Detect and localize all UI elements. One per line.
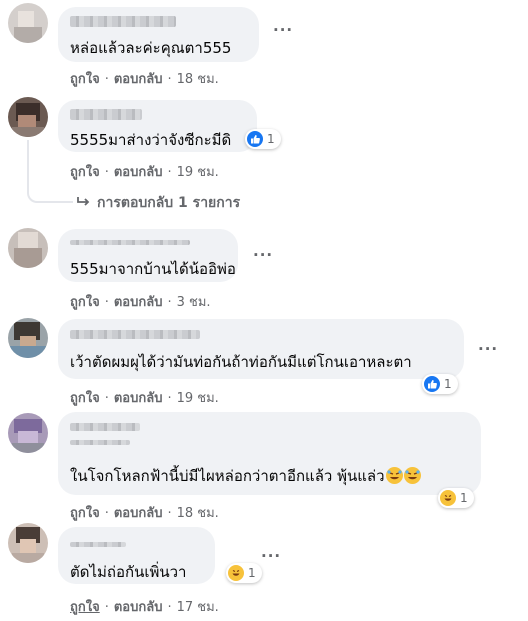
timestamp[interactable]: 19 ชม.	[177, 165, 219, 180]
view-replies-link[interactable]: การตอบกลับ 1 รายการ	[77, 192, 240, 214]
avatar[interactable]	[8, 318, 48, 358]
comment-bubble: ในโจกโหลกฟ้านี้บ่มีไผหล่อกว่าตาอีกแล้ว พ…	[58, 412, 481, 495]
commenter-name[interactable]	[70, 16, 176, 27]
haha-icon	[228, 565, 244, 581]
replies-label: การตอบกลับ 1 รายการ	[97, 195, 241, 211]
comment-bubble: ตัดไม่ถ่อกันเพิ่นวา	[58, 527, 215, 584]
timestamp[interactable]: 18 ชม.	[177, 506, 219, 521]
reply-link[interactable]: ตอบกลับ	[114, 506, 163, 521]
reaction-count[interactable]: 1	[438, 488, 474, 508]
rofl-emoji-icon	[403, 467, 421, 484]
like-icon	[424, 376, 440, 392]
comment-bubble: เว้าตัดผมผุได้ว่ามันท่อกันถ้าท่อกันมีแต่…	[58, 319, 464, 379]
avatar[interactable]	[8, 228, 48, 268]
commenter-name[interactable]	[70, 423, 140, 431]
reaction-count-number: 1	[444, 377, 452, 391]
more-options-button[interactable]: ···	[253, 246, 273, 264]
like-icon	[247, 131, 263, 147]
commenter-name[interactable]	[70, 542, 126, 547]
reaction-count-number: 1	[460, 491, 468, 505]
comment-text: เว้าตัดผมผุได้ว่ามันท่อกันถ้าท่อกันมีแต่…	[70, 353, 412, 371]
comment-actions: ถูกใจ · ตอบกลับ · 18 ชม.	[70, 72, 219, 87]
reply-link[interactable]: ตอบกลับ	[114, 295, 163, 310]
rofl-emoji-icon	[385, 467, 403, 484]
comment-bubble: 555มาจากบ้านได้น้ออิพ่อ	[58, 229, 238, 282]
avatar[interactable]	[8, 413, 48, 453]
comment-text: ในโจกโหลกฟ้านี้บ่มีไผหล่อกว่าตาอีกแล้ว พ…	[70, 464, 421, 488]
comment-bubble: 5555มาส่างว่าจังซีกะมีดิ	[58, 100, 257, 152]
reaction-count-number: 1	[248, 566, 256, 580]
commenter-name[interactable]	[70, 240, 190, 245]
timestamp[interactable]: 3 ชม.	[177, 295, 211, 310]
more-options-button[interactable]: ···	[261, 547, 281, 565]
avatar[interactable]	[8, 97, 48, 137]
timestamp[interactable]: 17 ชม.	[177, 600, 219, 615]
reply-arrow-icon	[77, 197, 90, 206]
avatar[interactable]	[8, 523, 48, 563]
comment-actions: ถูกใจ · ตอบกลับ · 18 ชม.	[70, 506, 219, 521]
like-link[interactable]: ถูกใจ	[70, 391, 100, 406]
timestamp[interactable]: 18 ชม.	[177, 72, 219, 87]
reaction-count[interactable]: 1	[226, 563, 262, 583]
comment-text: ตัดไม่ถ่อกันเพิ่นวา	[70, 563, 187, 581]
like-link[interactable]: ถูกใจ	[70, 506, 100, 521]
comment-text-body: ในโจกโหลกฟ้านี้บ่มีไผหล่อกว่าตาอีกแล้ว พ…	[70, 467, 385, 485]
comment-text: 555มาจากบ้านได้น้ออิพ่อ	[70, 260, 236, 278]
comment-text: หล่อแล้วละค่ะคุณตา555	[70, 39, 232, 57]
more-options-button[interactable]: ···	[478, 340, 498, 358]
thread-line	[27, 140, 73, 203]
reply-link[interactable]: ตอบกลับ	[114, 72, 163, 87]
commenter-name[interactable]	[70, 109, 142, 120]
avatar[interactable]	[8, 3, 48, 43]
commenter-name-line-2	[70, 440, 130, 445]
comment-actions: ถูกใจ · ตอบกลับ · 19 ชม.	[70, 391, 219, 406]
like-link[interactable]: ถูกใจ	[70, 72, 100, 87]
comment-actions: ถูกใจ · ตอบกลับ · 3 ชม.	[70, 295, 211, 310]
comment-actions: ถูกใจ · ตอบกลับ · 19 ชม.	[70, 165, 219, 180]
comment-text: 5555มาส่างว่าจังซีกะมีดิ	[70, 131, 232, 149]
timestamp[interactable]: 19 ชม.	[177, 391, 219, 406]
reaction-count[interactable]: 1	[422, 374, 458, 394]
like-link[interactable]: ถูกใจ	[70, 295, 100, 310]
more-options-button[interactable]: ···	[273, 21, 293, 39]
commenter-name[interactable]	[70, 330, 200, 339]
reaction-count-number: 1	[267, 132, 275, 146]
reply-link[interactable]: ตอบกลับ	[114, 600, 163, 615]
like-link[interactable]: ถูกใจ	[70, 600, 100, 615]
haha-icon	[440, 490, 456, 506]
reaction-count[interactable]: 1	[245, 129, 281, 149]
reply-link[interactable]: ตอบกลับ	[114, 391, 163, 406]
comment-actions: ถูกใจ · ตอบกลับ · 17 ชม.	[70, 600, 219, 615]
comment-bubble: หล่อแล้วละค่ะคุณตา555	[58, 7, 259, 62]
reply-link[interactable]: ตอบกลับ	[114, 165, 163, 180]
like-link[interactable]: ถูกใจ	[70, 165, 100, 180]
